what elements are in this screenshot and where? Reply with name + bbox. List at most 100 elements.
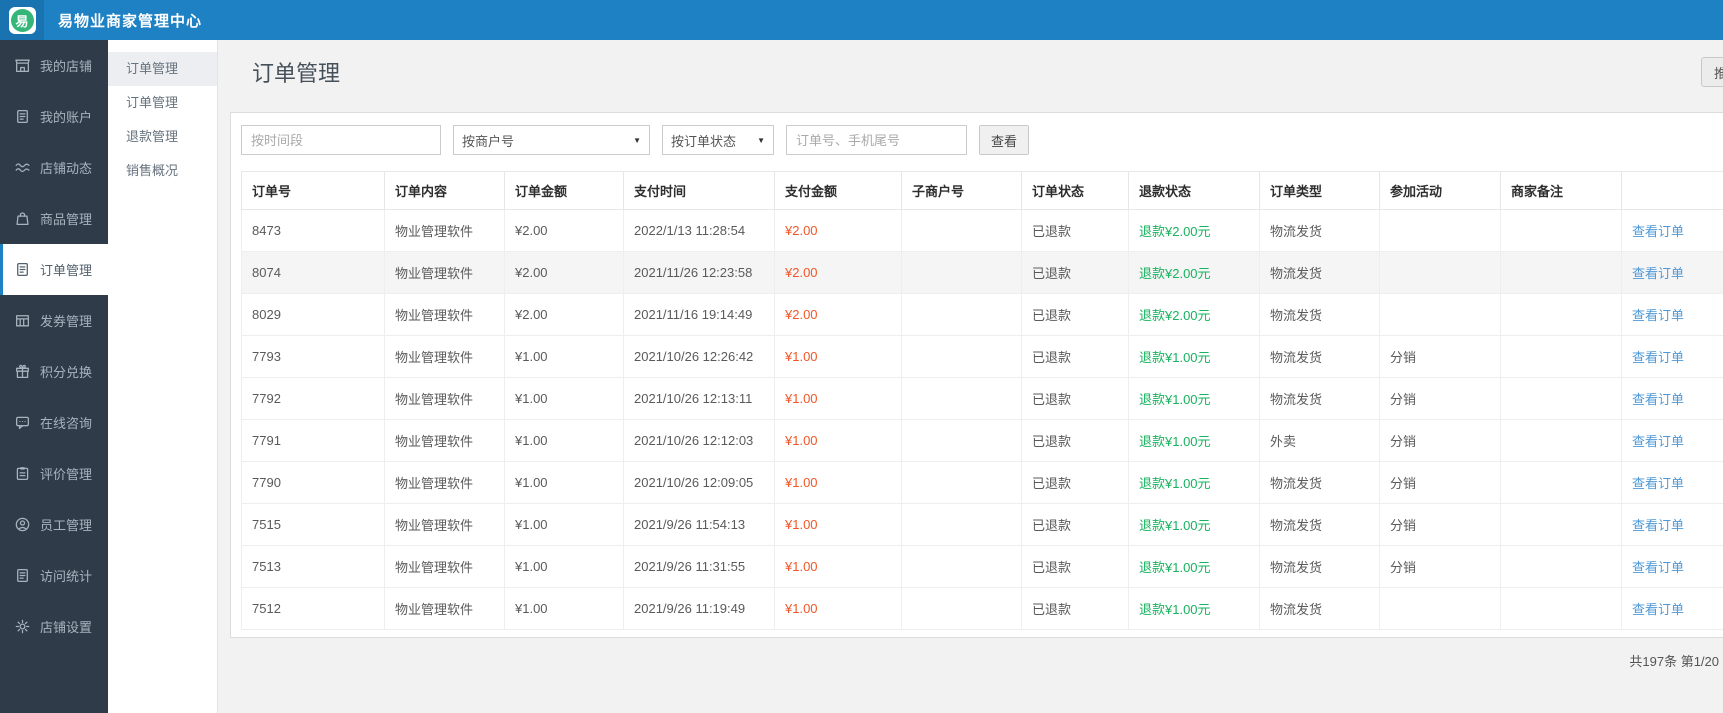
cell-order-no: 7793 [241,335,385,378]
column-header: 订单内容 [384,171,505,210]
cell-status: 已退款 [1021,461,1129,504]
sidebar-item-visits[interactable]: 访问统计 [0,550,108,601]
cell-note [1500,209,1622,252]
column-header: 订单状态 [1021,171,1129,210]
cell-note [1500,503,1622,546]
user-circle-icon [14,516,31,533]
cell-status: 已退款 [1021,335,1129,378]
sidebar-item-account[interactable]: 我的账户 [0,91,108,142]
cell-type: 物流发货 [1259,377,1380,420]
sidebar-item-label: 积分兑换 [40,365,93,380]
order-status-select-value: 按订单状态 [671,133,737,149]
sidebar-item-label: 发券管理 [40,314,93,329]
order-search-input[interactable] [786,125,967,155]
cell-amount: ¥1.00 [504,545,624,588]
cell-pay-amount: ¥1.00 [774,545,902,588]
view-order-link[interactable]: 查看订单 [1632,224,1684,239]
sidebar-item-shop[interactable]: 我的店铺 [0,40,108,91]
cell-refund: 退款¥2.00元 [1128,251,1260,294]
sidebar-item-label: 在线咨询 [40,416,93,431]
submenu-item-order-mgmt[interactable]: 订单管理 [108,86,217,120]
cell-activity: 分销 [1379,461,1501,504]
cell-action: 查看订单 [1621,209,1723,252]
view-order-link[interactable]: 查看订单 [1632,476,1684,491]
cell-action: 查看订单 [1621,377,1723,420]
cell-note [1500,545,1622,588]
cell-action: 查看订单 [1621,335,1723,378]
orders-table: 订单号 订单内容 订单金额 支付时间 支付金额 子商户号 订单状态 退款状态 订单类型 参加活动商… [241,171,1723,630]
cell-sub-merchant [901,503,1022,546]
order-status-select[interactable]: 按订单状态 ▼ [662,125,774,155]
sidebar-item-points[interactable]: 积分兑换 [0,346,108,397]
view-order-link[interactable]: 查看订单 [1632,434,1684,449]
merchant-select-value: 按商户号 [462,133,515,149]
sub-sidebar: 订单管理 订单管理 退款管理 销售概况 [108,40,218,713]
cell-type: 物流发货 [1259,461,1380,504]
column-header: 子商户号 [901,171,1022,210]
cell-refund: 退款¥1.00元 [1128,545,1260,588]
sidebar-item-consult[interactable]: 在线咨询 [0,397,108,448]
view-order-link[interactable]: 查看订单 [1632,602,1684,617]
gear-icon [14,618,31,635]
table-row: 7513 物业管理软件 ¥1.00 2021/9/26 11:31:55 ¥1.00 已退… [241,545,1723,588]
promote-button[interactable]: 推 [1701,57,1723,87]
cell-action: 查看订单 [1621,545,1723,588]
sidebar-item-coupons[interactable]: 发券管理 [0,295,108,346]
cell-pay-amount: ¥2.00 [774,293,902,336]
view-order-link[interactable]: 查看订单 [1632,308,1684,323]
merchant-select[interactable]: 按商户号 ▼ [453,125,650,155]
cell-sub-merchant [901,545,1022,588]
cell-status: 已退款 [1021,293,1129,336]
cell-sub-merchant [901,377,1022,420]
cell-order-no: 8074 [241,251,385,294]
cell-pay-time: 2021/9/26 11:54:13 [623,503,775,546]
gift-icon [14,363,31,380]
clipboard-icon [14,465,31,482]
table-row: 8473 物业管理软件 ¥2.00 2022/1/13 11:28:54 ¥2.00 已退… [241,209,1723,252]
cell-amount: ¥1.00 [504,335,624,378]
submenu-item-order-mgmt-header[interactable]: 订单管理 [108,52,217,86]
app-logo[interactable]: 易 [0,0,44,40]
cell-status: 已退款 [1021,419,1129,462]
cell-sub-merchant [901,587,1022,630]
cell-note [1500,587,1622,630]
cell-order-no: 7515 [241,503,385,546]
cell-type: 外卖 [1259,419,1380,462]
cell-pay-time: 2021/10/26 12:09:05 [623,461,775,504]
cell-amount: ¥2.00 [504,251,624,294]
cell-action: 查看订单 [1621,587,1723,630]
cell-pay-amount: ¥1.00 [774,461,902,504]
sidebar-item-label: 员工管理 [40,518,93,533]
view-order-link[interactable]: 查看订单 [1632,266,1684,281]
cell-sub-merchant [901,419,1022,462]
column-header: 支付时间 [623,171,775,210]
view-order-link[interactable]: 查看订单 [1632,350,1684,365]
view-order-link[interactable]: 查看订单 [1632,392,1684,407]
sidebar-item-goods[interactable]: 商品管理 [0,193,108,244]
sidebar-item-label: 商品管理 [40,212,93,227]
sidebar-item-staff[interactable]: 员工管理 [0,499,108,550]
cell-refund: 退款¥1.00元 [1128,461,1260,504]
cell-activity: 分销 [1379,545,1501,588]
cell-type: 物流发货 [1259,545,1380,588]
view-button[interactable]: 查看 [979,125,1029,155]
sidebar-item-settings[interactable]: 店铺设置 [0,601,108,652]
view-order-link[interactable]: 查看订单 [1632,518,1684,533]
cell-type: 物流发货 [1259,209,1380,252]
sidebar-item-label: 店铺设置 [40,620,93,635]
filter-bar: 按商户号 ▼ 按订单状态 ▼ 查看 [241,125,1723,155]
table-row: 7792 物业管理软件 ¥1.00 2021/10/26 12:13:11 ¥1.00 已… [241,377,1723,420]
cell-pay-amount: ¥1.00 [774,503,902,546]
view-order-link[interactable]: 查看订单 [1632,560,1684,575]
cell-status: 已退款 [1021,377,1129,420]
sidebar-item-orders[interactable]: 订单管理 [0,244,108,295]
cell-activity [1379,251,1501,294]
submenu-item-sales-overview[interactable]: 销售概况 [108,154,217,188]
column-header: 商家备注 [1500,171,1622,210]
submenu-item-refund-mgmt[interactable]: 退款管理 [108,120,217,154]
cell-activity [1379,293,1501,336]
cell-pay-time: 2021/10/26 12:13:11 [623,377,775,420]
sidebar-item-reviews[interactable]: 评价管理 [0,448,108,499]
sidebar-item-activity[interactable]: 店铺动态 [0,142,108,193]
time-range-input[interactable] [241,125,441,155]
